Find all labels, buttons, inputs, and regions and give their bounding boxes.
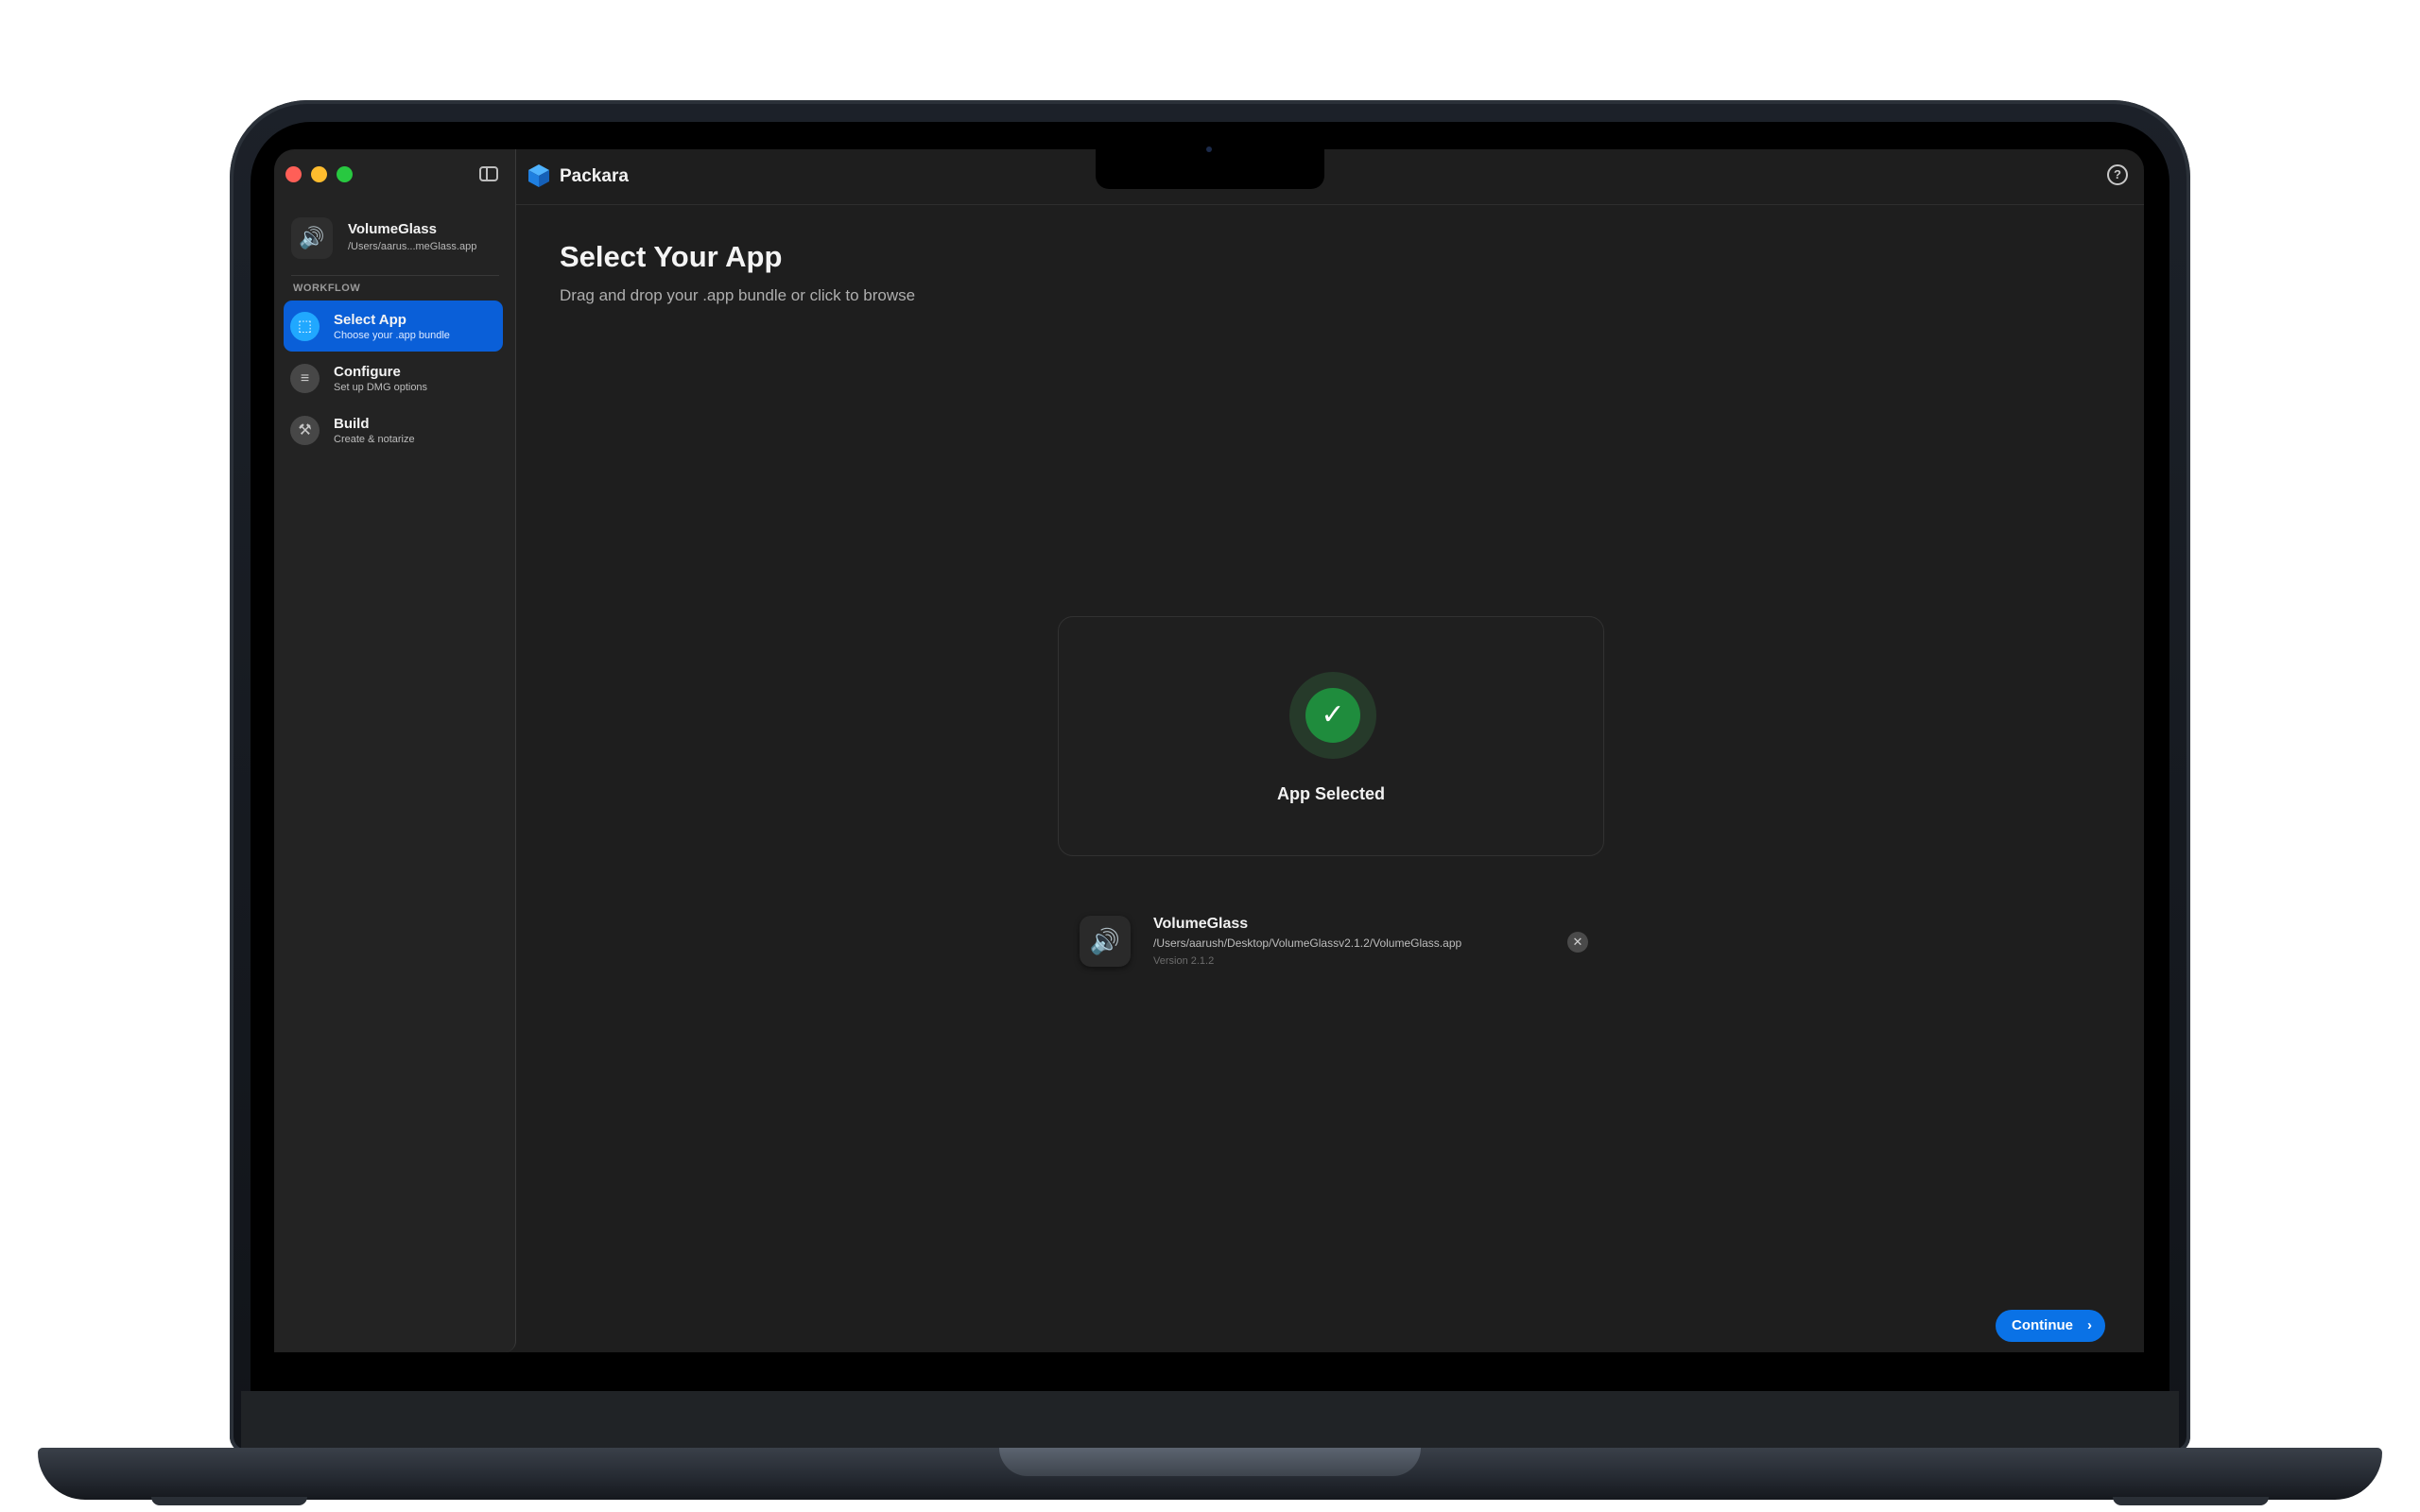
- sidebar-item-subtitle: Create & notarize: [334, 434, 415, 445]
- speaker-icon: 🔊: [291, 217, 333, 259]
- sidebar-item-build[interactable]: ⚒ Build Create & notarize: [284, 404, 503, 455]
- current-app-summary: 🔊 VolumeGlass /Users/aarus...meGlass.app: [291, 215, 499, 263]
- laptop-foot-right: [2113, 1497, 2269, 1505]
- sidebar-divider: [291, 275, 499, 276]
- workflow-section-label: WORKFLOW: [293, 283, 361, 294]
- screen-bottom-edge: [274, 1352, 2144, 1362]
- zoom-window-button[interactable]: [337, 166, 353, 182]
- selected-app-name: VolumeGlass: [1153, 916, 1249, 932]
- sidebar: 🔊 VolumeGlass /Users/aarus...meGlass.app…: [274, 149, 516, 1352]
- laptop-foot-left: [151, 1497, 307, 1505]
- title-bar: Packara ?: [516, 149, 2144, 205]
- camera-icon: [1206, 146, 1212, 152]
- close-window-button[interactable]: [285, 166, 302, 182]
- selected-app-version: Version 2.1.2: [1153, 955, 1215, 967]
- sidebar-item-subtitle: Set up DMG options: [334, 382, 428, 393]
- page-subtitle: Drag and drop your .app bundle or click …: [560, 286, 916, 304]
- current-app-path: /Users/aarus...meGlass.app: [348, 241, 477, 252]
- app-title: Packara: [560, 166, 629, 186]
- sidebar-item-configure[interactable]: ≡ Configure Set up DMG options: [284, 352, 503, 404]
- sidebar-item-label: Configure: [334, 364, 401, 380]
- package-box-icon: [528, 164, 549, 187]
- continue-label: Continue: [2012, 1317, 2073, 1333]
- continue-button[interactable]: Continue ›: [1996, 1310, 2105, 1342]
- speaker-icon: 🔊: [1080, 916, 1131, 967]
- current-app-name: VolumeGlass: [348, 221, 437, 237]
- hammer-icon: ⚒: [290, 416, 320, 445]
- minimize-window-button[interactable]: [311, 166, 327, 182]
- laptop-chin: [241, 1391, 2179, 1448]
- sidebar-toggle-icon[interactable]: [479, 166, 498, 181]
- list-icon: ≡: [290, 364, 320, 393]
- page-title: Select Your App: [560, 240, 783, 273]
- selected-app-path: /Users/aarush/Desktop/VolumeGlassv2.1.2/…: [1153, 936, 1462, 950]
- camera-notch: [1096, 147, 1324, 189]
- sidebar-item-label: Select App: [334, 312, 406, 328]
- remove-app-button[interactable]: ✕: [1567, 932, 1588, 953]
- app-window: 🔊 VolumeGlass /Users/aarus...meGlass.app…: [274, 149, 2144, 1362]
- selected-app-card: 🔊 VolumeGlass /Users/aarush/Desktop/Volu…: [1080, 914, 1590, 980]
- select-app-icon: ⬚: [290, 312, 320, 341]
- sidebar-item-label: Build: [334, 416, 370, 432]
- sidebar-item-subtitle: Choose your .app bundle: [334, 330, 450, 341]
- laptop-opening-groove: [999, 1448, 1421, 1476]
- app-selected-label: App Selected: [1276, 784, 1386, 803]
- app-drop-zone[interactable]: ✓ App Selected: [1058, 616, 1604, 856]
- help-icon[interactable]: ?: [2107, 164, 2128, 185]
- chevron-right-icon: ›: [2087, 1317, 2092, 1333]
- sidebar-item-select-app[interactable]: ⬚ Select App Choose your .app bundle: [284, 301, 503, 352]
- checkmark-icon: ✓: [1305, 688, 1360, 743]
